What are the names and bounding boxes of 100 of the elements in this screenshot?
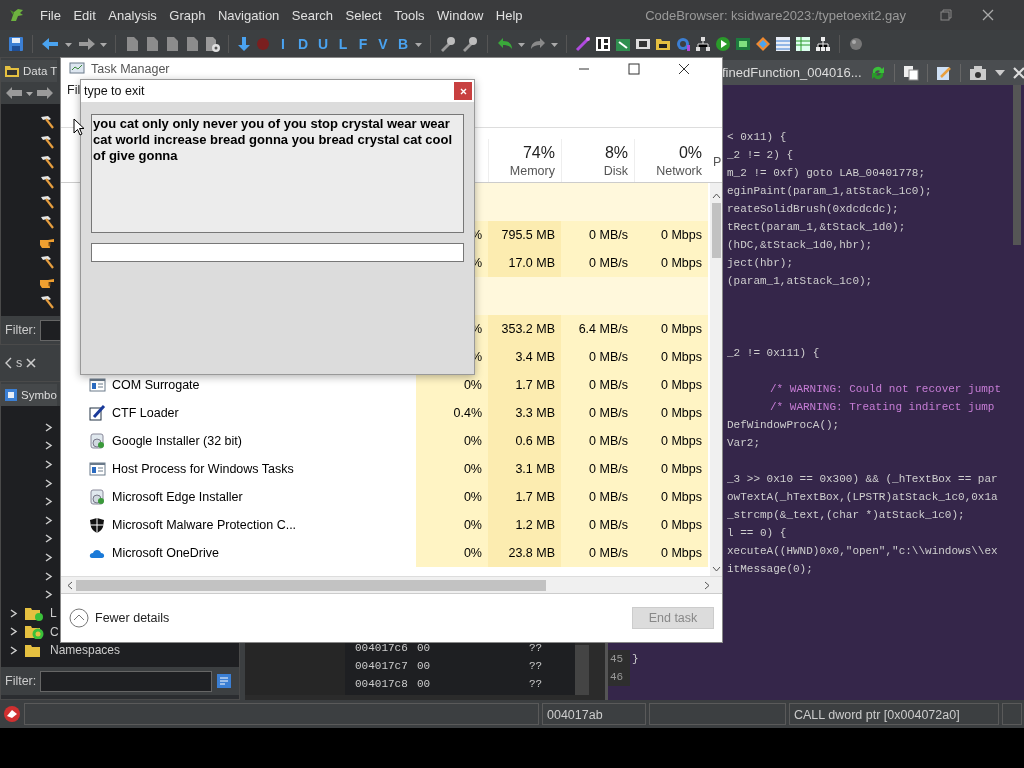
menu-item[interactable]: Select xyxy=(345,7,382,23)
menu-item[interactable]: File xyxy=(40,7,61,23)
restore-icon[interactable] xyxy=(940,9,952,21)
chip-icon[interactable] xyxy=(735,35,751,52)
chevron-right-icon[interactable] xyxy=(9,645,18,655)
process-name[interactable]: CTF Loader xyxy=(112,406,179,420)
hammer-icon[interactable] xyxy=(39,214,55,230)
refresh-icon[interactable] xyxy=(869,64,886,81)
diamond-icon[interactable] xyxy=(755,35,771,52)
menu-item[interactable]: Help xyxy=(495,7,523,23)
toolbar-button[interactable]: D xyxy=(296,35,310,52)
scrollbar[interactable] xyxy=(1012,85,1021,245)
scroll-right-icon[interactable] xyxy=(704,580,710,590)
scrollbar[interactable] xyxy=(575,645,589,695)
hammer-icon[interactable] xyxy=(39,174,55,190)
scrollbar-thumb[interactable] xyxy=(76,579,546,591)
fewer-details-link[interactable]: Fewer details xyxy=(69,608,170,628)
menu-item[interactable]: Tools xyxy=(394,7,425,23)
panel-tab[interactable]: Data T xyxy=(1,60,58,82)
down-arrow-icon[interactable] xyxy=(237,35,251,52)
document-gear-icon[interactable] xyxy=(204,35,220,52)
process-name[interactable]: Microsoft OneDrive xyxy=(112,546,219,560)
column-header[interactable]: 74% Memory xyxy=(488,139,561,182)
forward-arrow-icon[interactable] xyxy=(36,86,54,100)
document-icon[interactable] xyxy=(124,35,140,52)
process-name[interactable]: COM Surrogate xyxy=(112,378,200,392)
scroll-up-icon[interactable] xyxy=(711,193,721,199)
tree-icon[interactable] xyxy=(695,35,711,52)
chevron-right-icon[interactable] xyxy=(44,422,53,432)
chevron-right-icon[interactable] xyxy=(9,608,18,618)
play-icon[interactable] xyxy=(715,35,731,52)
filter-field[interactable] xyxy=(40,670,213,692)
back-arrow-icon[interactable] xyxy=(41,35,61,52)
menu-item[interactable]: Analysis xyxy=(108,7,157,23)
input-field[interactable] xyxy=(91,243,464,262)
chevron-right-icon[interactable] xyxy=(44,571,53,581)
sphere-icon[interactable] xyxy=(848,35,864,52)
chevron-right-icon[interactable] xyxy=(44,497,53,507)
chevron-right-icon[interactable] xyxy=(44,534,53,544)
scrollbar[interactable] xyxy=(61,576,722,593)
maximize-icon[interactable] xyxy=(628,62,640,75)
process-name[interactable]: Host Process for Windows Tasks xyxy=(112,462,294,476)
snapshot-icon[interactable] xyxy=(968,64,987,81)
code-line: tRect(param_1,&tStack_1d0); xyxy=(727,221,906,233)
column-header[interactable]: 8% Disk xyxy=(561,139,634,182)
chevron-right-icon[interactable] xyxy=(9,627,18,637)
menu-item[interactable]: Fil xyxy=(67,83,81,97)
process-name[interactable]: Microsoft Malware Protection C... xyxy=(112,518,297,532)
scrollbar[interactable] xyxy=(710,183,722,576)
chevron-right-icon[interactable] xyxy=(44,590,53,600)
chevron-right-icon[interactable] xyxy=(44,441,53,451)
toolbar-button[interactable]: U xyxy=(316,35,330,52)
sitemap-icon[interactable] xyxy=(815,35,831,52)
chevron-left-icon[interactable] xyxy=(4,357,12,369)
document-icon[interactable] xyxy=(144,35,160,52)
scroll-left-icon[interactable] xyxy=(67,580,73,590)
toolbar-button[interactable]: F xyxy=(356,35,370,52)
close-icon[interactable] xyxy=(678,62,690,75)
forward-arrow-icon[interactable] xyxy=(76,35,96,52)
filter-options-icon[interactable] xyxy=(216,673,233,689)
toolbar-button[interactable]: B xyxy=(396,35,410,52)
tree-item[interactable]: Namespaces xyxy=(50,643,121,658)
table-icon[interactable] xyxy=(795,35,811,52)
menu-item[interactable]: Search xyxy=(291,7,334,23)
menu-item[interactable]: Graph xyxy=(169,7,206,23)
hammer-icon[interactable] xyxy=(39,154,55,170)
copy-icon[interactable] xyxy=(902,64,919,81)
column-header[interactable]: 0% Network xyxy=(634,139,708,182)
hammer-icon[interactable] xyxy=(39,194,55,210)
chevron-right-icon[interactable] xyxy=(44,478,53,488)
tree-item[interactable]: L xyxy=(50,606,57,621)
edit-icon[interactable] xyxy=(935,64,952,81)
document-icon[interactable] xyxy=(164,35,180,52)
toolbar-button[interactable]: I xyxy=(276,35,290,52)
toolbar-button[interactable]: L xyxy=(336,35,350,52)
chevron-right-icon[interactable] xyxy=(44,460,53,469)
menu-item[interactable]: Navigation xyxy=(217,7,280,23)
menu-item[interactable]: Edit xyxy=(73,7,96,23)
dropdown-icon[interactable] xyxy=(994,67,1005,78)
back-arrow-icon[interactable] xyxy=(5,86,23,100)
process-name[interactable]: Google Installer (32 bit) xyxy=(112,434,242,448)
panel-tab[interactable]: Symbo xyxy=(1,384,57,406)
close-button[interactable] xyxy=(454,82,472,100)
column-header[interactable]: P xyxy=(708,139,728,182)
hammer-icon[interactable] xyxy=(39,134,55,150)
hammer-icon[interactable] xyxy=(39,254,55,270)
tree-item[interactable]: C xyxy=(50,624,59,639)
chevron-right-icon[interactable] xyxy=(44,515,53,525)
scrollbar-thumb[interactable] xyxy=(711,203,721,258)
panel-tab[interactable]: s xyxy=(16,356,23,370)
menu-item[interactable]: Window xyxy=(437,7,484,23)
toolbar-button[interactable]: V xyxy=(376,35,390,52)
scroll-down-icon[interactable] xyxy=(711,566,721,572)
chevron-right-icon[interactable] xyxy=(44,552,53,562)
hammer-icon[interactable] xyxy=(39,294,55,310)
wand-icon[interactable] xyxy=(575,35,591,52)
hammer-icon[interactable] xyxy=(39,114,55,130)
process-name[interactable]: Microsoft Edge Installer xyxy=(112,490,243,504)
table-icon[interactable] xyxy=(775,35,791,52)
save-icon[interactable] xyxy=(8,35,24,52)
